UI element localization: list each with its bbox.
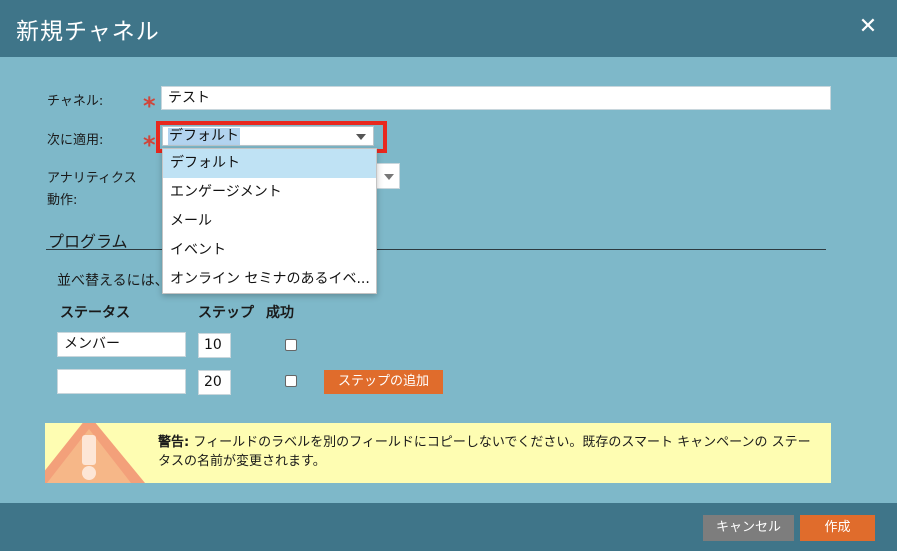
step-column-header: ステップ [198,305,254,321]
warning-message: フィールドのラベルを別のフィールドにコピーしないでください。既存のスマート キャ… [158,435,811,469]
dropdown-option-event[interactable]: イベント [163,236,376,265]
dialog-title: 新規チャネル [16,19,160,45]
add-step-button[interactable]: ステップの追加 [324,370,443,394]
apply-dropdown-list: デフォルト エンゲージメント メール イベント オンライン セミナのあるイベ..… [162,148,377,294]
step-input[interactable]: 20 [198,370,231,395]
chevron-down-icon [384,174,394,180]
status-input[interactable] [57,369,186,394]
dialog-header: 新規チャネル ✕ [0,0,897,57]
warning-banner: 警告: フィールドのラベルを別のフィールドにコピーしないでください。既存のスマー… [45,423,831,483]
warning-icon [45,423,145,483]
apply-label: 次に適用: [47,133,104,148]
dialog-footer: キャンセル 作成 [0,503,897,551]
dropdown-option-email[interactable]: メール [163,207,376,236]
warning-label: 警告: [158,435,190,450]
dropdown-option-engagement[interactable]: エンゲージメント [163,178,376,207]
status-column-header: ステータス [60,305,130,321]
analytics-select[interactable] [376,163,400,189]
success-checkbox[interactable] [285,339,297,351]
analytics-label: アナリティクス [47,171,137,186]
step-input[interactable]: 10 [198,333,231,358]
reorder-hint: 並べ替えるには、 [57,273,169,289]
status-input[interactable]: メンバー [57,332,186,357]
success-checkbox[interactable] [285,375,297,387]
required-mark: * [143,92,156,120]
required-mark: * [143,131,156,159]
dropdown-option-webinar-event[interactable]: オンライン セミナのあるイベ... [163,265,376,294]
close-icon[interactable]: ✕ [857,16,879,38]
success-column-header: 成功 [266,305,294,321]
cancel-button[interactable]: キャンセル [703,515,794,541]
warning-text: 警告: フィールドのラベルを別のフィールドにコピーしないでください。既存のスマー… [158,433,818,471]
analytics-label-line2: 動作: [47,193,78,208]
create-button[interactable]: 作成 [800,515,875,541]
dropdown-option-default[interactable]: デフォルト [163,149,376,178]
channel-input[interactable]: テスト [161,86,831,110]
channel-label: チャネル: [47,94,104,109]
